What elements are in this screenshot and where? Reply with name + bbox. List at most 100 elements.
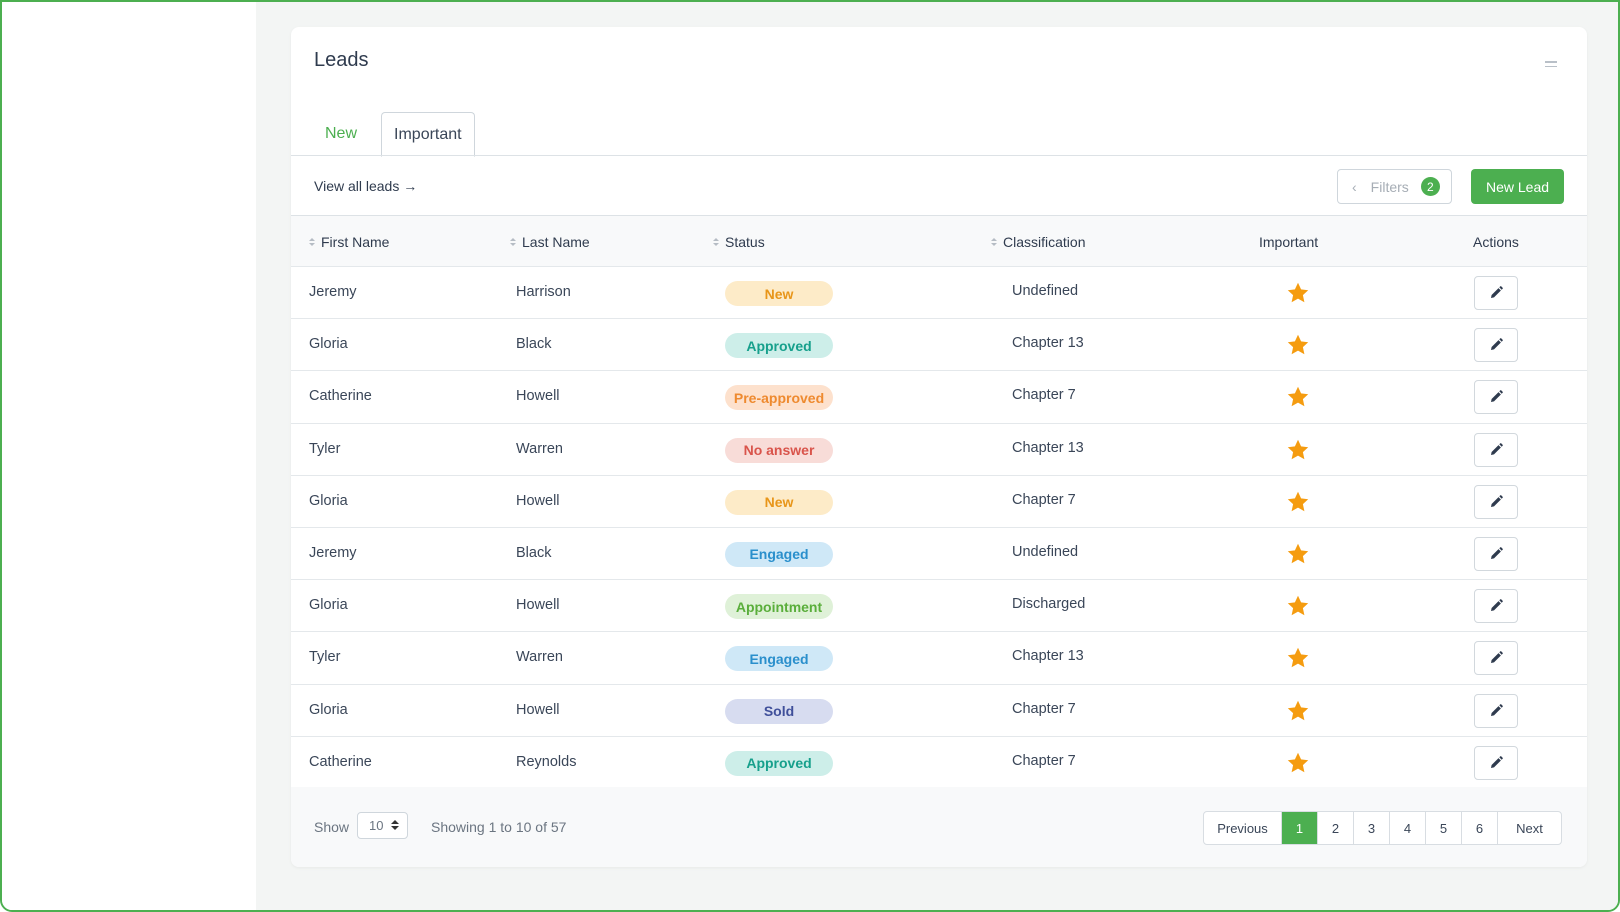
main-content: Leads New Important View all leads → ‹ F… [256,2,1618,910]
star-icon[interactable] [1286,594,1310,618]
star-icon[interactable] [1286,281,1310,305]
cell-classification: Chapter 13 [1012,335,1084,352]
cell-first-name: Gloria [309,701,348,718]
cell-last-name: Howell [516,597,560,614]
star-icon[interactable] [1286,438,1310,462]
cell-first-name: Gloria [309,492,348,509]
table-row: Tyler Warren No answer Chapter 13 [291,424,1587,476]
cell-classification: Undefined [1012,543,1079,560]
filters-count-badge: 2 [1420,177,1440,196]
page-button-6[interactable]: 6 [1462,812,1498,844]
header-label: Status [725,234,765,250]
cell-first-name: Jeremy [309,544,357,561]
cell-first-name: Jeremy [309,284,357,300]
tab-important[interactable]: Important [381,112,475,157]
tabs: New Important [313,110,475,157]
star-icon[interactable] [1286,333,1310,357]
pencil-icon [1491,442,1503,455]
cell-classification: Chapter 13 [1012,439,1084,456]
showing-count-text: Showing 1 to 10 of 57 [431,819,567,835]
cell-classification: Chapter 7 [1012,700,1076,717]
header-label: Classification [1003,234,1086,250]
status-badge: Approved [725,750,833,776]
pencil-icon [1491,390,1503,403]
status-badge: New [725,281,833,306]
star-icon[interactable] [1286,646,1310,670]
edit-button[interactable] [1474,536,1518,571]
cell-first-name: Tyler [309,649,341,666]
table-row: Gloria Howell New Chapter 7 [291,476,1587,528]
card-menu-icon[interactable] [1545,61,1557,70]
view-all-leads-link[interactable]: View all leads → [314,178,417,194]
edit-button[interactable] [1474,745,1518,780]
table-row: Gloria Howell Sold Chapter 7 [291,685,1587,737]
cell-first-name: Catherine [309,388,372,405]
page-button-5[interactable]: 5 [1426,812,1462,844]
next-page-button[interactable]: Next [1498,812,1561,844]
table-row: Tyler Warren Engaged Chapter 13 [291,632,1587,685]
star-icon[interactable] [1286,699,1310,723]
table-row: Catherine Reynolds Approved Chapter 7 [291,737,1587,789]
edit-button[interactable] [1474,276,1518,310]
table-row: Jeremy Harrison New Undefined [291,267,1587,320]
page-size-select[interactable]: 10 [357,812,408,839]
page-button-3[interactable]: 3 [1354,812,1390,844]
edit-button[interactable] [1474,484,1518,519]
leads-card: Leads New Important View all leads → ‹ F… [291,27,1587,867]
table-row: Gloria Howell Appointment Discharged [291,580,1587,633]
cell-first-name: Catherine [309,753,372,770]
page-button-1[interactable]: 1 [1282,812,1318,844]
edit-button[interactable] [1474,432,1518,467]
page-size-value: 10 [369,818,384,833]
header-status[interactable]: Status [713,234,765,250]
pencil-icon [1491,703,1503,716]
cell-last-name: Howell [516,492,560,509]
cell-first-name: Gloria [309,336,348,353]
tab-new[interactable]: New [313,111,369,156]
previous-page-button[interactable]: Previous [1204,812,1282,844]
edit-button[interactable] [1474,693,1518,728]
cell-classification: Chapter 13 [1012,648,1084,665]
header-classification[interactable]: Classification [991,234,1085,250]
page-button-2[interactable]: 2 [1318,812,1354,844]
filters-button[interactable]: ‹ Filters 2 [1337,169,1452,204]
app-frame: Leads New Important View all leads → ‹ F… [0,0,1620,912]
cell-last-name: Black [516,544,552,561]
edit-button[interactable] [1474,589,1518,624]
edit-button[interactable] [1474,380,1518,415]
status-badge: Pre-approved [725,385,833,411]
table-header: First Name Last Name Status Classificati… [291,216,1587,267]
cell-last-name: Black [516,336,552,353]
sidebar [2,2,256,910]
header-actions: Actions [1473,234,1519,250]
sort-icon [309,238,315,246]
filters-label: Filters [1370,178,1409,195]
status-badge: Appointment [725,594,833,620]
pencil-icon [1491,494,1503,507]
header-first-name[interactable]: First Name [309,234,389,250]
cell-classification: Undefined [1012,283,1079,299]
pencil-icon [1491,755,1503,768]
cell-last-name: Warren [516,440,563,457]
pencil-icon [1491,599,1503,612]
cell-last-name: Howell [516,701,560,718]
edit-button[interactable] [1474,641,1518,676]
edit-button[interactable] [1474,328,1518,363]
header-label: First Name [321,234,390,250]
sort-icon [510,238,516,246]
pencil-icon [1491,547,1503,559]
cell-first-name: Tyler [309,440,341,457]
star-icon[interactable] [1286,490,1310,514]
sort-icon [713,238,719,246]
star-icon[interactable] [1286,542,1310,566]
new-lead-button[interactable]: New Lead [1471,169,1564,204]
star-icon[interactable] [1286,751,1310,775]
cell-last-name: Harrison [516,284,571,300]
cell-last-name: Warren [516,649,563,666]
header-last-name[interactable]: Last Name [510,234,590,250]
pagination: Previous 1 2 3 4 5 6 Next [1203,811,1562,845]
page-button-4[interactable]: 4 [1390,812,1426,844]
status-badge: New [725,489,833,515]
star-icon[interactable] [1286,385,1310,409]
cell-classification: Chapter 7 [1012,387,1076,404]
